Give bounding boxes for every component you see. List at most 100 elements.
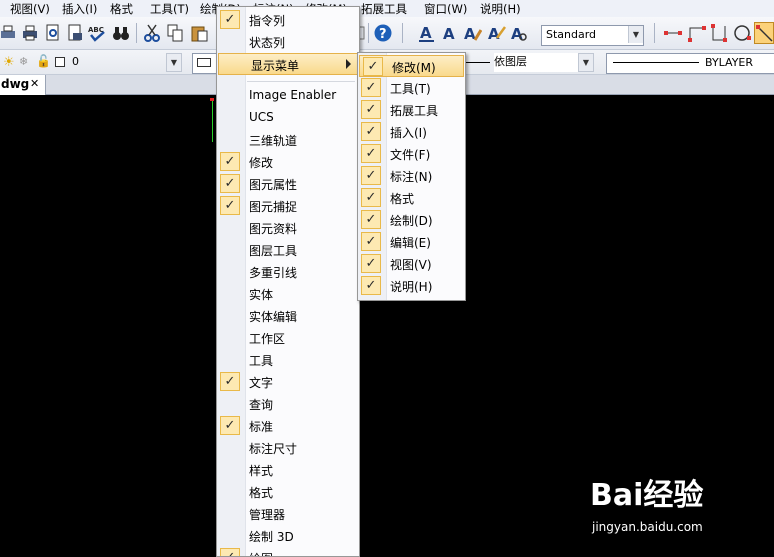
cut-icon[interactable] bbox=[143, 24, 161, 42]
submenu-item[interactable]: ✓ 工具(T) bbox=[358, 77, 463, 99]
layer-color-swatch bbox=[55, 57, 65, 67]
lineweight-value: BYLAYER bbox=[705, 56, 754, 69]
submenu-item-label: 文件(F) bbox=[390, 148, 431, 162]
toolbar-menu-item[interactable]: 状态列 bbox=[217, 31, 357, 53]
submenu-item-label: 标注(N) bbox=[390, 170, 433, 184]
edit-text-icon[interactable]: A bbox=[464, 24, 482, 42]
submenu-item[interactable]: ✓ 插入(I) bbox=[358, 121, 463, 143]
submenu-item[interactable]: ✓ 说明(H) bbox=[358, 275, 463, 297]
freeze-icon: ❄ bbox=[19, 55, 29, 68]
close-icon[interactable]: ✕ bbox=[30, 77, 39, 90]
menu-window[interactable]: 窗口(W) bbox=[424, 1, 467, 17]
submenu-item[interactable]: ✓ 格式 bbox=[358, 187, 463, 209]
toolbar-menu-item-label: 修改 bbox=[249, 156, 274, 170]
checkmark-icon: ✓ bbox=[361, 122, 381, 141]
toolbar-menu-item-label: 工作区 bbox=[249, 332, 286, 346]
toolbar-menu-item[interactable]: 绘制 3D bbox=[217, 525, 357, 547]
polygon-icon[interactable] bbox=[710, 24, 728, 42]
toolbar-menu-item-label: 实体 bbox=[249, 288, 274, 302]
toolbar-menu-item-label: Image Enabler bbox=[249, 88, 337, 102]
text-style-icon[interactable]: A bbox=[418, 24, 436, 42]
toolbar-menu-item[interactable]: ✓ 修改 bbox=[217, 151, 357, 173]
toolbar-menu-item-label: 绘图 bbox=[249, 550, 273, 556]
toolbar-menu-item[interactable]: 多重引线 bbox=[217, 261, 357, 283]
text-style-select[interactable]: Standard ▼ bbox=[541, 25, 644, 46]
menu-help[interactable]: 说明(H) bbox=[480, 1, 521, 17]
toolbar-menu-item[interactable]: 标注尺寸 bbox=[217, 437, 357, 459]
chevron-down-icon[interactable]: ▼ bbox=[628, 26, 643, 43]
print-preview-icon[interactable] bbox=[44, 24, 62, 42]
menu-ext-tools[interactable]: 拓展工具 bbox=[361, 1, 407, 17]
line-icon[interactable] bbox=[664, 24, 682, 42]
lineweight-select[interactable]: BYLAYER bbox=[606, 53, 774, 74]
menu-view[interactable]: 视图(V) bbox=[10, 1, 50, 17]
toolbar-menu-item-label: 三维轨道 bbox=[249, 134, 298, 148]
arc-tool-button[interactable] bbox=[754, 22, 774, 44]
toolbar-menu-item[interactable]: 格式 bbox=[217, 481, 357, 503]
submenu-item[interactable]: ✓ 拓展工具 bbox=[358, 99, 463, 121]
toolbar-menu-item[interactable]: 样式 bbox=[217, 459, 357, 481]
circle-icon[interactable] bbox=[733, 24, 751, 42]
linetype-preview bbox=[464, 62, 490, 63]
toolbar-menu-item[interactable]: 管理器 bbox=[217, 503, 357, 525]
submenu-item[interactable]: ✓ 文件(F) bbox=[358, 143, 463, 165]
toolbar-menu-item[interactable]: 图层工具 bbox=[217, 239, 357, 261]
document-tab[interactable]: dwg ✕ bbox=[0, 75, 46, 95]
toolbar-menu-item[interactable]: UCS bbox=[217, 107, 357, 129]
paste-icon[interactable] bbox=[190, 24, 208, 42]
checkmark-icon: ✓ bbox=[361, 78, 381, 97]
toolbar-menu-item[interactable]: ✓ 指令列 bbox=[217, 9, 357, 31]
spell-check-icon[interactable]: ABC bbox=[88, 24, 106, 42]
printer-icon[interactable] bbox=[21, 24, 39, 42]
toolbar-menu-item[interactable]: ✓ 文字 bbox=[217, 371, 357, 393]
toolbar-menu-item-label: 实体编辑 bbox=[249, 310, 298, 324]
chevron-down-icon[interactable]: ▼ bbox=[166, 53, 182, 72]
watermark-logo: Bai经验 bbox=[590, 478, 704, 513]
toolbar-menu-item[interactable]: 工具 bbox=[217, 349, 357, 371]
help-icon[interactable]: ? bbox=[374, 24, 392, 42]
toolbar-menu-item[interactable]: 三维轨道 bbox=[217, 129, 357, 151]
single-line-text-icon[interactable]: A bbox=[441, 24, 459, 42]
svg-text:A: A bbox=[420, 24, 432, 42]
sun-icon: ☀ bbox=[3, 55, 15, 70]
find-binoculars-icon[interactable] bbox=[112, 24, 130, 42]
menu-insert[interactable]: 插入(I) bbox=[62, 1, 97, 17]
toolbar-menu-item[interactable]: 工作区 bbox=[217, 327, 357, 349]
submenu-item[interactable]: ✓ 标注(N) bbox=[358, 165, 463, 187]
menu-format[interactable]: 格式 bbox=[110, 1, 133, 17]
submenu-item[interactable]: ✓ 编辑(E) bbox=[358, 231, 463, 253]
toolbar-menu-item[interactable]: 图元资料 bbox=[217, 217, 357, 239]
toolbar-menu-item-label: 文字 bbox=[249, 376, 274, 390]
toolbar-menu-item[interactable]: ✓ 图元捕捉 bbox=[217, 195, 357, 217]
toolbar-menu-item[interactable]: Image Enabler bbox=[217, 85, 357, 107]
toolbar-menu-item[interactable]: 实体编辑 bbox=[217, 305, 357, 327]
menu-tools[interactable]: 工具(T) bbox=[150, 1, 189, 17]
toolbar-menu-item-label: 样式 bbox=[249, 464, 274, 478]
chevron-down-icon[interactable]: ▼ bbox=[578, 53, 594, 72]
color-swatch bbox=[197, 58, 211, 67]
toolbar-menu-item[interactable]: 查询 bbox=[217, 393, 357, 415]
copy-icon[interactable] bbox=[166, 24, 184, 42]
submenu-item[interactable]: ✓ 绘制(D) bbox=[358, 209, 463, 231]
toolbar-menu-item[interactable]: ✓ 绘图 bbox=[217, 547, 357, 556]
toolbar-separator bbox=[654, 23, 655, 43]
print-icon[interactable] bbox=[0, 24, 18, 42]
document-tab-label: dwg bbox=[1, 77, 30, 91]
linetype-select[interactable]: 依图层 ▼ bbox=[494, 53, 594, 72]
submenu-item[interactable]: ✓ 视图(V) bbox=[358, 253, 463, 275]
toolbar-menu-item[interactable]: ✓ 图元属性 bbox=[217, 173, 357, 195]
layer-select[interactable]: 0 ▼ bbox=[68, 53, 182, 72]
submenu-item[interactable]: ✓ 修改(M) bbox=[359, 55, 464, 77]
toolbar-separator bbox=[136, 23, 137, 43]
toolbar-menu-item[interactable]: 显示菜单 bbox=[218, 53, 358, 75]
submenu-item-label: 编辑(E) bbox=[390, 236, 431, 250]
checkmark-icon: ✓ bbox=[220, 152, 240, 171]
scale-text-icon[interactable]: A bbox=[488, 24, 506, 42]
polyline-icon[interactable] bbox=[688, 24, 706, 42]
toolbar-menu-item[interactable]: 实体 bbox=[217, 283, 357, 305]
find-text-icon[interactable]: A bbox=[511, 24, 529, 42]
publish-icon[interactable] bbox=[66, 24, 84, 42]
ucs-origin bbox=[210, 98, 214, 101]
toolbar-menu-item-label: 工具 bbox=[249, 354, 274, 368]
toolbar-menu-item[interactable]: ✓ 标准 bbox=[217, 415, 357, 437]
